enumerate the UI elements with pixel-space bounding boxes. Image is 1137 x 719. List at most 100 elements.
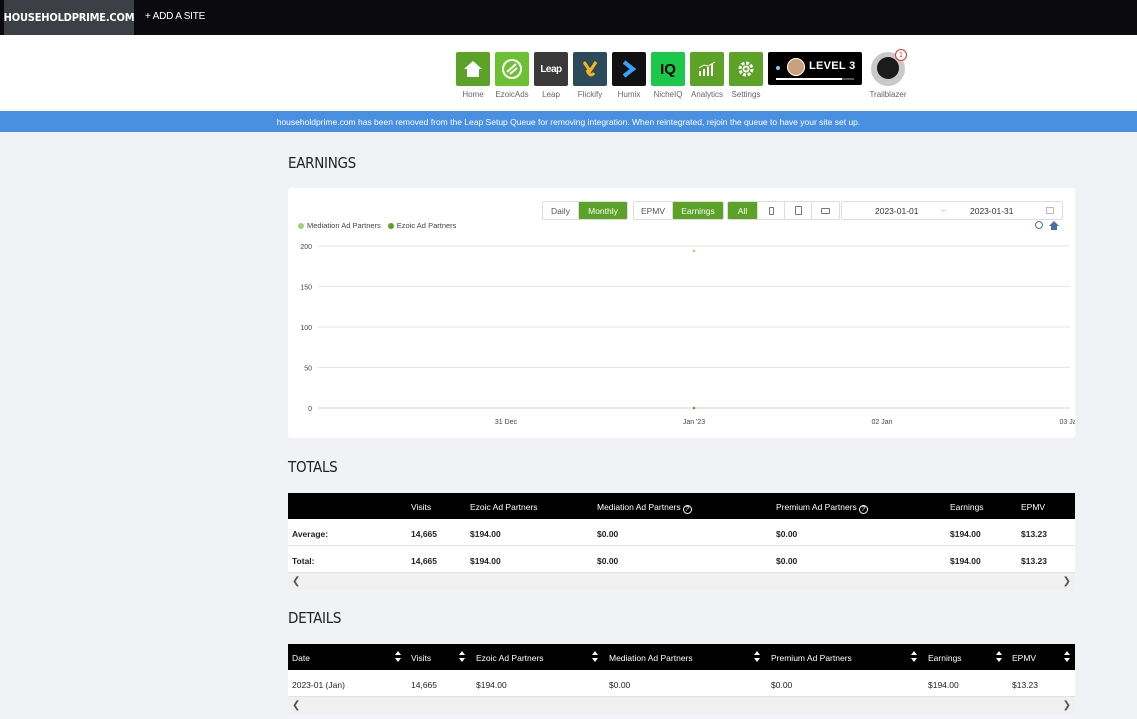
app-home[interactable]: Home — [456, 52, 490, 99]
desktop-button[interactable] — [812, 202, 839, 219]
table-header: Visits Ezoic Ad Partners Mediation Ad Pa… — [288, 493, 1075, 519]
level-progress — [776, 78, 854, 80]
col-epmv[interactable]: EPMV — [1012, 653, 1036, 663]
col-mediation[interactable]: Mediation Ad Partners — [609, 653, 693, 663]
tablet-button[interactable] — [785, 202, 812, 219]
analytics-icon — [690, 52, 724, 86]
daily-button[interactable]: Daily — [543, 202, 579, 219]
app-analytics[interactable]: Analytics — [690, 52, 724, 99]
notification-badge: 1 — [895, 49, 907, 61]
table-row: 2023-01 (Jan) 14,665 $194.00 $0.00 $0.00… — [288, 670, 1075, 697]
house-icon — [456, 52, 490, 86]
scroll-left-icon[interactable]: ❮ — [292, 576, 300, 587]
date-to: 2023-01-31 — [970, 206, 1014, 216]
legend-mediation[interactable]: Mediation Ad Partners — [298, 221, 381, 230]
trailblazer-button[interactable]: 1 — [871, 49, 907, 86]
y-tick-label: 150 — [300, 285, 312, 292]
date-from: 2023-01-01 — [875, 206, 919, 216]
y-tick-label: 50 — [304, 366, 312, 373]
col-mediation: Mediation Ad Partners? — [597, 502, 692, 514]
sort-icon[interactable] — [592, 651, 598, 663]
scroll-left-icon[interactable]: ❮ — [292, 700, 300, 711]
app-leap[interactable]: Leap Leap — [534, 52, 568, 99]
y-tick-label: 100 — [300, 325, 312, 332]
col-premium: Premium Ad Partners? — [776, 502, 868, 514]
earnings-card: Daily Monthly EPMV Earnings All 2023-01-… — [288, 188, 1075, 438]
totals-table: Visits Ezoic Ad Partners Mediation Ad Pa… — [288, 493, 1075, 590]
sort-icon[interactable] — [395, 651, 401, 663]
calendar-icon — [1046, 207, 1054, 214]
col-earnings[interactable]: Earnings — [928, 653, 962, 663]
flickify-icon — [573, 52, 607, 86]
sort-icon[interactable] — [911, 651, 917, 663]
earnings-button[interactable]: Earnings — [673, 202, 723, 219]
x-tick-label: Jan '23 — [683, 419, 705, 426]
app-flickify[interactable]: Flickify — [573, 52, 607, 99]
app-label: Settings — [731, 90, 761, 99]
app-settings[interactable]: Settings — [729, 52, 763, 99]
site-selector[interactable]: HOUSEHOLDPRIME.COM — [4, 0, 135, 35]
app-humix[interactable]: Humix — [612, 52, 646, 99]
scroll-right-icon[interactable]: ❯ — [1063, 576, 1071, 587]
data-point — [692, 249, 696, 253]
chart-legend: Mediation Ad Partners Ezoic Ad Partners — [298, 221, 456, 230]
table-row: Average: 14,665 $194.00 $0.00 $0.00 $194… — [288, 519, 1075, 546]
info-banner: householdprime.com has been removed from… — [0, 111, 1137, 132]
astronaut-icon — [877, 57, 899, 79]
reset-zoom-home-icon[interactable] — [1049, 221, 1059, 230]
sort-icon[interactable] — [996, 651, 1002, 663]
col-earnings: Earnings — [950, 502, 984, 512]
sort-icon[interactable] — [754, 651, 760, 663]
date-range-picker[interactable]: 2023-01-01 – 2023-01-31 — [841, 201, 1063, 220]
level-dot — [776, 66, 780, 70]
col-epmv: EPMV — [1021, 502, 1046, 512]
legend-ezoic[interactable]: Ezoic Ad Partners — [387, 221, 456, 230]
device-all-button[interactable]: All — [728, 202, 758, 219]
earnings-heading: EARNINGS — [288, 154, 356, 172]
horizontal-scrollbar[interactable]: ❮ ❯ — [288, 697, 1075, 714]
monthly-button[interactable]: Monthly — [579, 202, 627, 219]
col-ezoic[interactable]: Ezoic Ad Partners — [476, 653, 544, 663]
details-heading: DETAILS — [288, 609, 342, 627]
avatar — [787, 58, 805, 76]
gear-icon — [729, 52, 763, 86]
leap-icon: Leap — [534, 52, 568, 86]
phone-icon — [768, 206, 774, 215]
device-toggle: All — [727, 201, 840, 220]
x-tick-label: 03 Jan — [1059, 419, 1075, 426]
col-date[interactable]: Date — [292, 653, 310, 663]
mobile-button[interactable] — [758, 202, 785, 219]
period-toggle: Daily Monthly — [542, 201, 628, 220]
zoom-icon[interactable] — [1035, 221, 1043, 229]
add-site-link[interactable]: + ADD A SITE — [145, 11, 205, 22]
level-label: LEVEL 3 — [809, 60, 856, 72]
app-nicheiq[interactable]: IQ NicheIQ — [651, 52, 685, 99]
earnings-chart: 0 50 100 150 200 31 Dec Jan '23 02 Jan 03 Jan — [300, 244, 1075, 426]
desktop-icon — [821, 207, 830, 214]
help-icon[interactable]: ? — [682, 505, 692, 514]
sort-icon[interactable] — [1064, 651, 1070, 663]
horizontal-scrollbar[interactable]: ❮ ❯ — [288, 573, 1075, 590]
totals-heading: TOTALS — [288, 458, 338, 476]
y-tick-label: 0 — [308, 406, 312, 413]
help-icon[interactable]: ? — [858, 505, 868, 514]
iq-icon: IQ — [651, 52, 685, 86]
level-badge[interactable]: LEVEL 3 — [768, 52, 862, 85]
trailblazer-label: Trailblazer — [869, 90, 907, 99]
col-visits[interactable]: Visits — [411, 653, 431, 663]
x-tick-label: 02 Jan — [871, 419, 892, 426]
scroll-right-icon[interactable]: ❯ — [1063, 700, 1071, 711]
app-launcher: Home EzoicAds Leap Leap Flickify Humix I… — [0, 35, 1137, 111]
col-premium[interactable]: Premium Ad Partners — [771, 653, 852, 663]
details-table: Date Visits Ezoic Ad Partners Mediation … — [288, 644, 1075, 714]
x-tick-label: 31 Dec — [495, 419, 518, 426]
col-ezoic: Ezoic Ad Partners — [470, 502, 538, 512]
humix-icon — [612, 52, 646, 86]
metric-toggle: EPMV Earnings — [633, 201, 724, 220]
ezoic-ads-icon — [495, 52, 529, 86]
epmv-button[interactable]: EPMV — [634, 202, 673, 219]
sort-icon[interactable] — [459, 651, 465, 663]
table-row: Total: 14,665 $194.00 $0.00 $0.00 $194.0… — [288, 546, 1075, 573]
date-separator: – — [941, 205, 946, 215]
app-ezoicads[interactable]: EzoicAds — [495, 52, 529, 99]
